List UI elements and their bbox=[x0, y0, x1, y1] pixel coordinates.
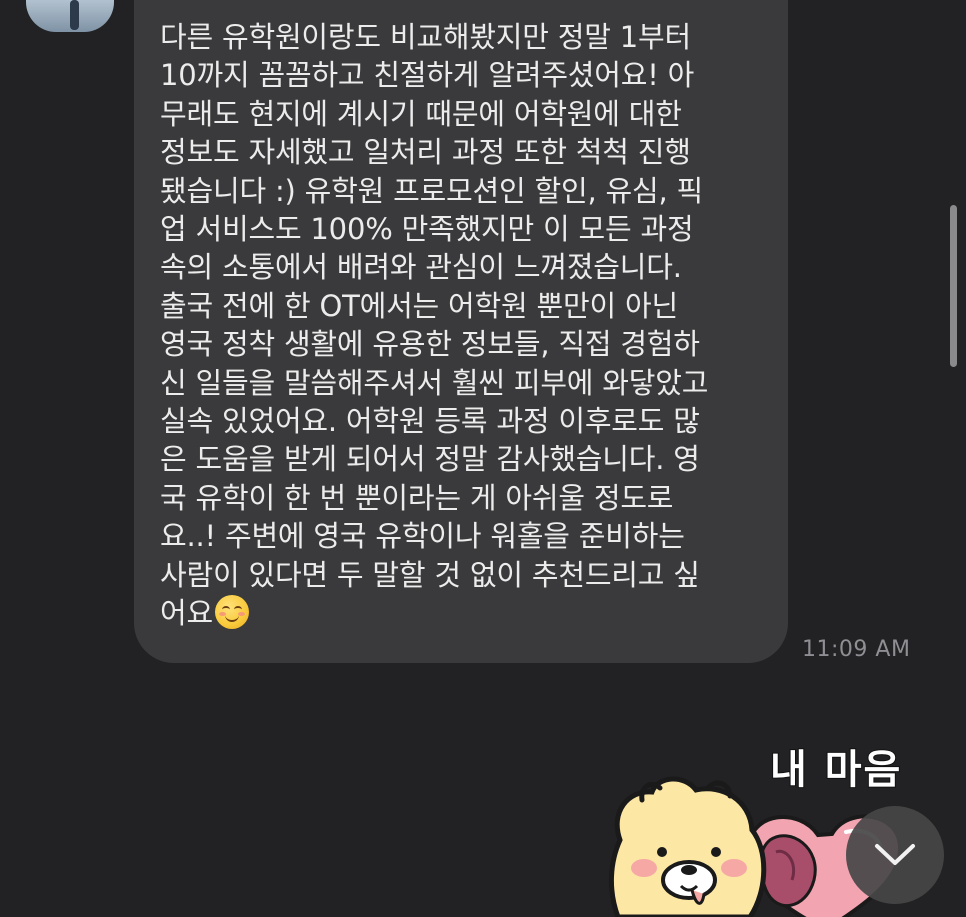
message-line: 은 도움을 받게 되어서 정말 감사했습니다. 영 bbox=[160, 442, 700, 477]
message-line: 10까지 꼼꼼하고 친절하게 알려주셨어요! 아 bbox=[160, 58, 695, 93]
chat-view: 다른 유학원이랑도 비교해봤지만 정말 1부터 10까지 꼼꼼하고 친절하게 알… bbox=[0, 0, 966, 917]
chevron-down-icon bbox=[875, 844, 915, 865]
message-line: 영국 정착 생활에 유용한 정보들, 직접 경험하 bbox=[160, 327, 700, 362]
message-last-line: 어요 bbox=[160, 594, 760, 632]
smiling-face-icon bbox=[214, 595, 249, 630]
message-line: 사람이 있다면 두 말할 것 없이 추천드리고 싶 bbox=[160, 557, 700, 592]
message-text: 다른 유학원이랑도 비교해봤지만 정말 1부터 10까지 꼼꼼하고 친절하게 알… bbox=[160, 18, 760, 633]
scrollbar-thumb[interactable] bbox=[950, 205, 957, 367]
message-line: 다른 유학원이랑도 비교해봤지만 정말 1부터 bbox=[160, 20, 691, 54]
message-line: 무래도 현지에 계시기 때문에 어학원에 대한 bbox=[160, 96, 682, 131]
message-line: 됐습니다 :) 유학원 프로모션인 할인, 유심, 픽 bbox=[160, 173, 703, 208]
avatar-figure bbox=[70, 0, 79, 30]
message-line: 국 유학이 한 번 뿐이라는 게 아쉬울 정도로 bbox=[160, 480, 674, 515]
message-line: 어요 bbox=[160, 596, 213, 631]
bear-character-icon bbox=[609, 776, 767, 917]
message-line: 신 일들을 말씀해주셔서 훨씬 피부에 와닿았고 bbox=[160, 365, 709, 400]
message-line: 속의 소통에서 배려와 관심이 느껴졌습니다. bbox=[160, 250, 682, 285]
message-timestamp: 11:09 AM bbox=[802, 637, 911, 662]
scroll-down-button[interactable] bbox=[846, 806, 944, 904]
message-line: 업 서비스도 100% 만족했지만 이 모든 과정 bbox=[160, 212, 694, 247]
message-line: 요..! 주변에 영국 유학이나 워홀을 준비하는 bbox=[160, 519, 685, 554]
sender-avatar[interactable] bbox=[26, 0, 114, 32]
message-line: 출국 전에 한 OT에서는 어학원 뿐만이 아닌 bbox=[160, 288, 678, 323]
message-line: 정보도 자세했고 일처리 과정 또한 척척 진행 bbox=[160, 135, 691, 170]
sticker-caption: 내 마음 bbox=[769, 746, 903, 794]
message-line: 실속 있었어요. 어학원 등록 과정 이후로도 많 bbox=[160, 404, 700, 439]
